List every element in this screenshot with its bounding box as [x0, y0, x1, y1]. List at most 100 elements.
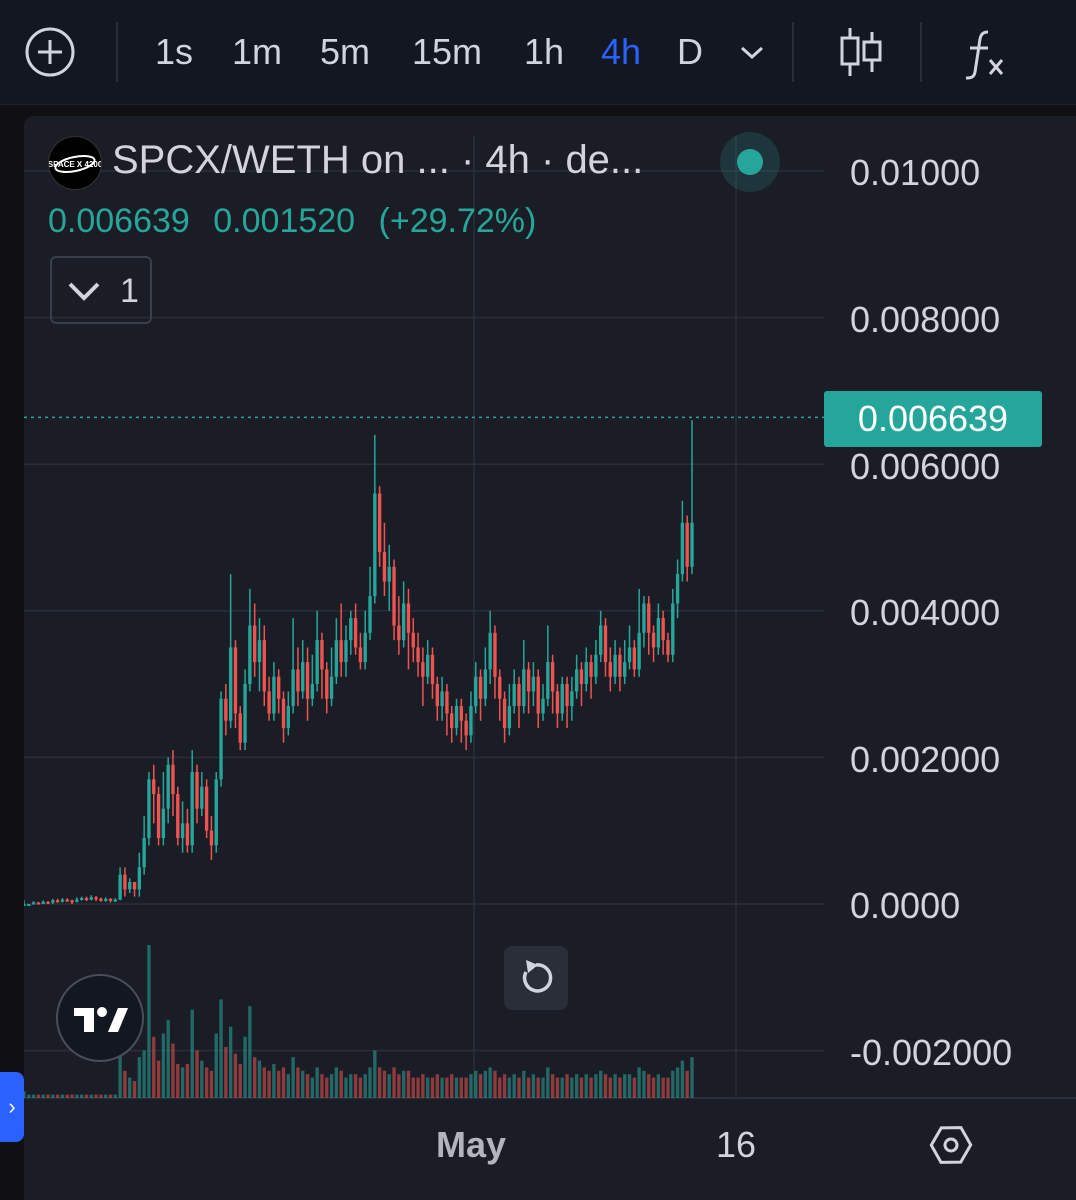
candle-body — [296, 669, 300, 692]
logo-text: SPACE X 4200 — [49, 160, 101, 169]
interval-1h[interactable]: 1h — [516, 24, 572, 80]
volume-bar — [108, 1094, 113, 1098]
candle-body — [147, 779, 151, 839]
y-tick-label: 0.002000 — [850, 739, 1001, 780]
interval-5m[interactable]: 5m — [312, 24, 378, 80]
toolbar-separator — [792, 22, 794, 82]
indicators-toggle[interactable]: 1 — [50, 256, 152, 324]
candle-body — [118, 874, 122, 900]
candle-body — [152, 779, 156, 795]
chevron-right-icon: › — [8, 1094, 16, 1119]
volume-bar — [305, 1074, 310, 1098]
volume-bar — [623, 1074, 627, 1098]
volume-bar — [627, 1074, 632, 1098]
candle-body — [339, 640, 343, 663]
candle-body — [435, 684, 439, 707]
interval-15m[interactable]: 15m — [404, 24, 490, 80]
candle-body — [219, 698, 223, 780]
candle-body — [185, 823, 190, 846]
candle-body — [243, 684, 247, 743]
indicator-count: 1 — [120, 272, 139, 310]
volume-bar — [228, 1026, 233, 1098]
interval-1m[interactable]: 1m — [224, 24, 290, 80]
candle-body — [329, 676, 334, 699]
indicators-button[interactable] — [958, 24, 1014, 80]
change-value: 0.001520 — [213, 202, 356, 240]
volume-bar — [137, 1057, 142, 1098]
interval-dropdown[interactable] — [732, 36, 772, 68]
candle-body — [613, 654, 617, 677]
volume-bar — [502, 1074, 507, 1098]
symbol-title[interactable]: SPCX/WETH on ... · 4h · de... — [112, 138, 643, 183]
market-status-indicator[interactable] — [720, 132, 780, 192]
chart-settings-button[interactable] — [928, 1122, 974, 1168]
candle-body — [46, 901, 50, 904]
candle-body — [685, 522, 689, 567]
volume-bar — [252, 1057, 257, 1098]
chart-type-button[interactable] — [832, 24, 888, 80]
candle-body — [450, 713, 454, 729]
reset-chart-button[interactable] — [504, 946, 568, 1010]
candle-body — [214, 779, 218, 846]
volume-bar — [147, 945, 151, 1098]
candle-body — [661, 618, 665, 641]
volume-bar — [190, 1009, 194, 1098]
volume-bar — [296, 1067, 300, 1098]
plus-circle-icon — [25, 27, 75, 77]
volume-bar — [272, 1064, 276, 1098]
candle-body — [79, 898, 84, 901]
chevron-down-icon — [740, 46, 764, 60]
candle-body — [27, 904, 31, 906]
candle-body — [320, 640, 324, 670]
interval-d[interactable]: D — [670, 24, 710, 80]
interval-4h[interactable]: 4h — [594, 24, 648, 80]
add-button[interactable] — [24, 26, 76, 78]
candle-body — [128, 882, 132, 890]
candle-body — [70, 900, 74, 903]
y-tick-label: 0.01000 — [850, 152, 981, 193]
candle-body — [84, 898, 89, 901]
candle-body — [166, 764, 170, 809]
expand-panel-handle[interactable]: › — [0, 1072, 24, 1142]
toolbar-separator — [116, 22, 118, 82]
volume-bar — [570, 1077, 574, 1098]
candle-body — [680, 522, 685, 575]
volume-bar — [142, 1050, 146, 1098]
candle-body — [550, 662, 555, 692]
candle-body — [281, 698, 286, 729]
volume-bar — [584, 1074, 588, 1098]
y-tick-label: 0.008000 — [850, 299, 1001, 340]
volume-bar — [24, 1091, 26, 1098]
candle-body — [632, 647, 637, 670]
candle-body — [65, 899, 69, 902]
candle-body — [252, 625, 257, 663]
candle-body — [248, 625, 252, 685]
candle-body — [469, 706, 473, 736]
candle-body — [570, 691, 574, 707]
volume-bar — [214, 1033, 218, 1098]
candle-body — [603, 625, 608, 663]
volume-bar — [555, 1077, 560, 1098]
candles-icon — [840, 28, 882, 76]
candle-body — [137, 867, 142, 890]
volume-bar — [344, 1077, 348, 1098]
candle-body — [89, 897, 93, 900]
candle-body — [579, 669, 584, 685]
volume-bar — [84, 1094, 89, 1098]
candle-body — [31, 902, 36, 905]
candle-body — [478, 676, 483, 699]
volume-bar — [675, 1067, 680, 1098]
volume-bar — [89, 1094, 93, 1098]
interval-1s[interactable]: 1s — [148, 24, 200, 80]
tradingview-logo[interactable] — [56, 974, 144, 1062]
volume-bar — [656, 1074, 661, 1098]
volume-bar — [171, 1043, 175, 1098]
candle-body — [233, 647, 238, 714]
volume-bar — [541, 1077, 545, 1098]
candle-body — [377, 493, 382, 553]
volume-bar — [392, 1067, 396, 1098]
candle-body — [123, 874, 127, 890]
volume-bar — [382, 1070, 387, 1098]
volume-bar — [512, 1074, 516, 1098]
volume-bar — [65, 1094, 69, 1098]
